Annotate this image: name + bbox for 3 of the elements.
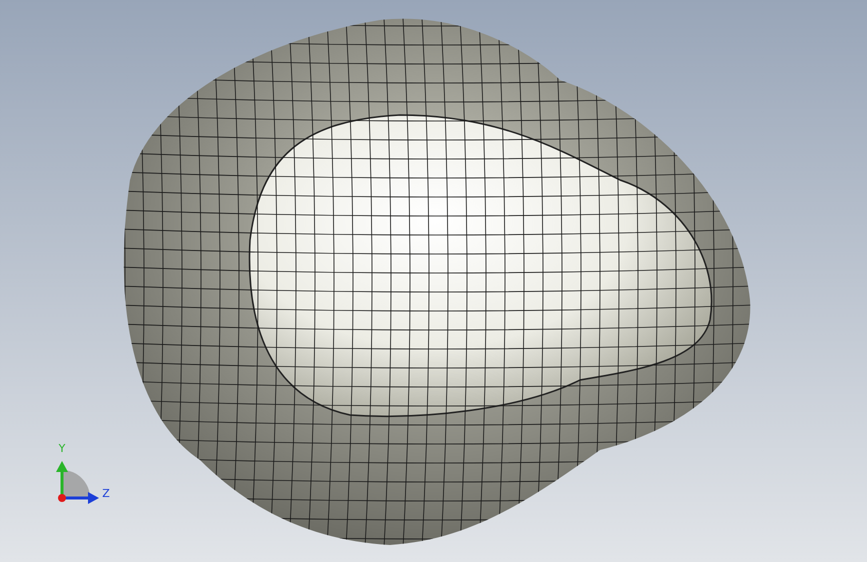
axis-label: Y [58,442,66,455]
axis-triad-icon [56,461,99,504]
axis-label: Z [102,487,110,500]
